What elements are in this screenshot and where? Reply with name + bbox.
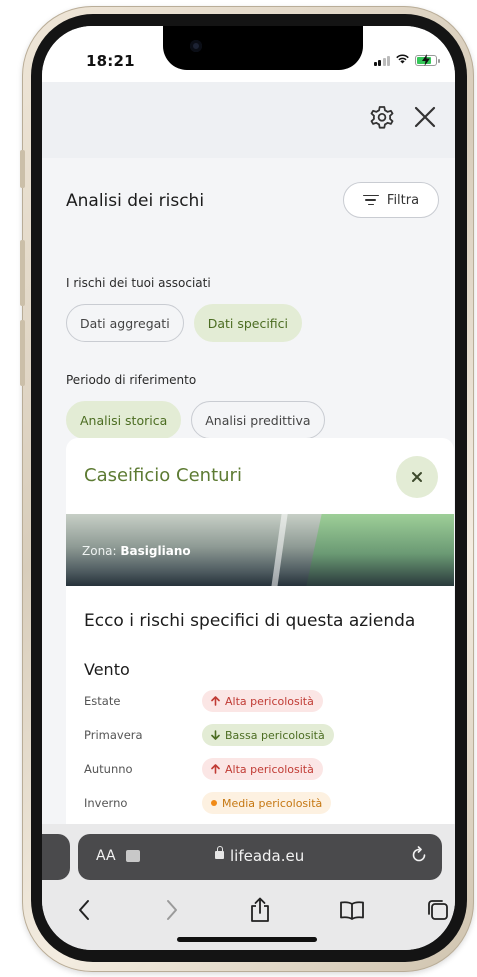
associates-chip-row: Dati aggregati Dati specifici bbox=[66, 304, 303, 342]
close-button[interactable] bbox=[411, 103, 439, 131]
risk-row: Estate Alta pericolosità bbox=[84, 690, 434, 712]
dot-icon bbox=[211, 800, 217, 806]
wifi-icon bbox=[395, 53, 410, 67]
page-title: Analisi dei rischi bbox=[66, 191, 205, 211]
arrow-up-icon bbox=[211, 764, 220, 774]
front-camera bbox=[190, 40, 202, 52]
status-icons bbox=[373, 53, 440, 67]
card-close-button[interactable] bbox=[396, 456, 438, 498]
status-bar: 18:21 bbox=[42, 26, 455, 82]
main-content: Analisi dei rischi Filtra I rischi dei t… bbox=[42, 158, 455, 858]
previous-tab-pill[interactable] bbox=[42, 834, 70, 880]
browser-toolbar: AA lifeada.eu bbox=[42, 824, 455, 950]
tabs-icon bbox=[428, 900, 448, 920]
volume-up-button bbox=[20, 240, 25, 306]
risk-season: Primavera bbox=[84, 728, 143, 742]
signal-icon bbox=[373, 55, 390, 66]
risk-level-badge: Alta pericolosità bbox=[202, 690, 323, 712]
book-icon bbox=[340, 901, 364, 920]
period-section-label: Periodo di riferimento bbox=[66, 373, 197, 387]
risk-row: Autunno Alta pericolosità bbox=[84, 758, 434, 780]
chevron-right-icon bbox=[167, 900, 177, 920]
risk-category-title: Vento bbox=[84, 660, 130, 679]
text-size-button[interactable]: AA bbox=[96, 848, 116, 864]
share-button[interactable] bbox=[240, 890, 280, 930]
notch bbox=[163, 26, 363, 70]
url-text[interactable]: lifeada.eu bbox=[230, 847, 304, 865]
browser-nav-row bbox=[42, 890, 455, 930]
risk-row: Inverno Media pericolosità bbox=[84, 792, 434, 814]
address-bar[interactable]: AA lifeada.eu bbox=[78, 834, 442, 880]
risk-level-badge: Media pericolosità bbox=[202, 792, 332, 814]
lock-icon bbox=[215, 846, 224, 859]
extension-icon[interactable] bbox=[126, 850, 140, 862]
associates-section-label: I rischi dei tuoi associati bbox=[66, 276, 211, 290]
phone-screen: 18:21 Analisi dei rischi Filtra I rischi… bbox=[42, 26, 455, 950]
zone-banner-image: Zona: Basigliano bbox=[66, 514, 454, 586]
zone-label: Zona: Basigliano bbox=[82, 544, 191, 558]
back-button[interactable] bbox=[64, 890, 104, 930]
company-card: Caseificio Centuri Zona: Basigliano Ecco… bbox=[66, 438, 454, 858]
filter-button[interactable]: Filtra bbox=[343, 182, 439, 218]
company-name: Caseificio Centuri bbox=[84, 465, 242, 486]
chevron-left-icon bbox=[79, 900, 89, 920]
period-chip-row: Analisi storica Analisi predittiva bbox=[66, 401, 325, 439]
forward-button[interactable] bbox=[152, 890, 192, 930]
reload-icon[interactable] bbox=[410, 846, 428, 869]
tabs-button[interactable] bbox=[418, 890, 455, 930]
settings-button[interactable] bbox=[367, 102, 397, 132]
chip-dati-aggregati[interactable]: Dati aggregati bbox=[66, 304, 184, 342]
mute-switch bbox=[20, 150, 25, 188]
zone-name: Basigliano bbox=[120, 544, 191, 558]
app-header bbox=[42, 82, 455, 158]
risk-level-badge: Bassa pericolosità bbox=[202, 724, 334, 746]
risk-heading: Ecco i rischi specifici di questa aziend… bbox=[84, 611, 416, 631]
close-icon bbox=[414, 106, 436, 128]
share-icon bbox=[251, 897, 269, 922]
risk-level-badge: Alta pericolosità bbox=[202, 758, 323, 780]
home-indicator bbox=[177, 937, 317, 942]
arrow-down-icon bbox=[211, 730, 220, 740]
chip-analisi-storica[interactable]: Analisi storica bbox=[66, 401, 182, 439]
risk-season: Estate bbox=[84, 694, 121, 708]
filter-icon bbox=[362, 194, 379, 206]
risk-season: Autunno bbox=[84, 762, 133, 776]
chip-analisi-predittiva[interactable]: Analisi predittiva bbox=[191, 401, 325, 439]
filter-label: Filtra bbox=[386, 192, 420, 208]
risk-row: Primavera Bassa pericolosità bbox=[84, 724, 434, 746]
chip-dati-specifici[interactable]: Dati specifici bbox=[193, 304, 303, 342]
status-time: 18:21 bbox=[86, 52, 135, 70]
close-icon bbox=[412, 472, 422, 482]
risk-season: Inverno bbox=[84, 796, 128, 810]
volume-down-button bbox=[20, 320, 25, 386]
bookmarks-button[interactable] bbox=[332, 890, 372, 930]
battery-icon bbox=[415, 53, 440, 66]
gear-icon bbox=[370, 106, 394, 129]
arrow-up-icon bbox=[211, 696, 220, 706]
